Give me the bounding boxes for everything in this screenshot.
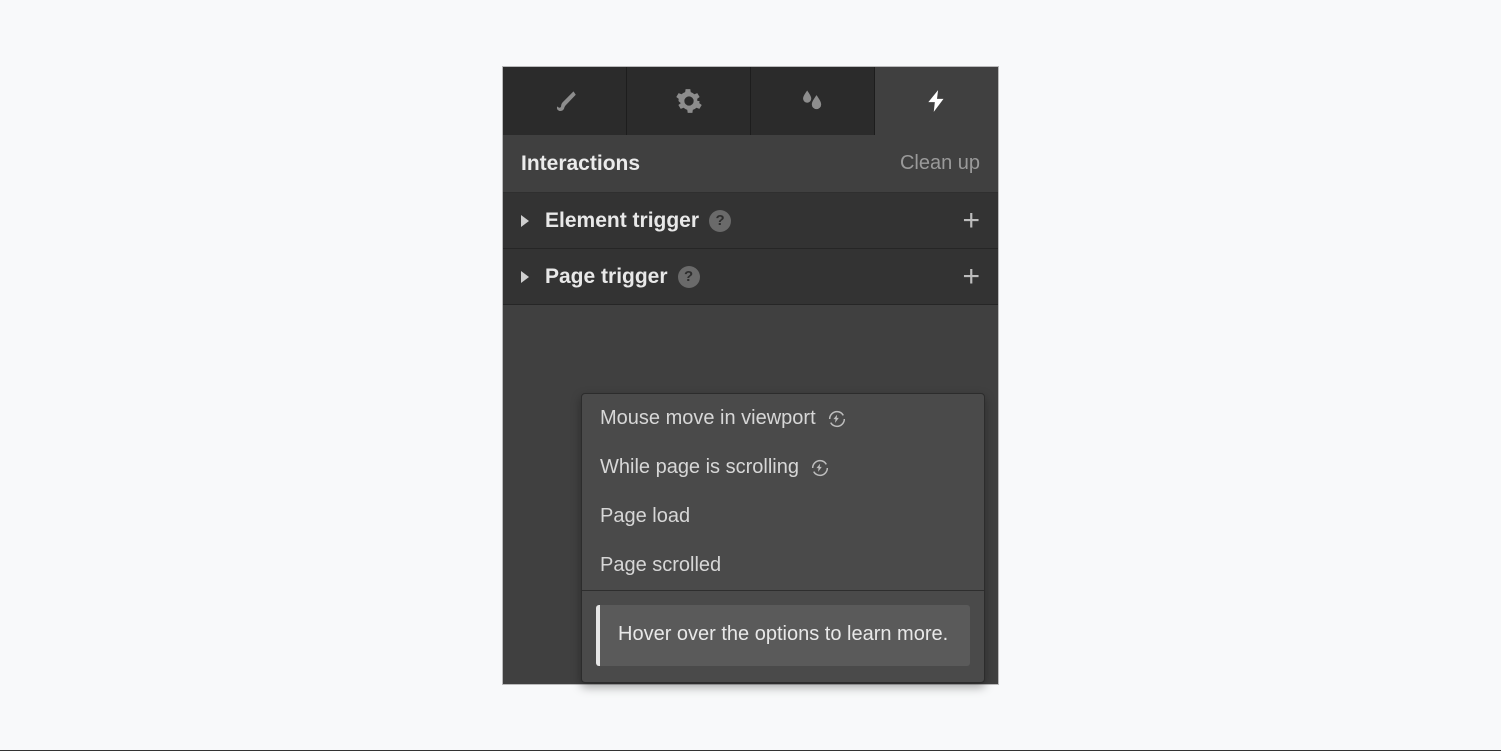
menu-item-label: While page is scrolling [600,456,799,479]
menu-item-label: Page load [600,505,690,528]
element-trigger-row[interactable]: Element trigger ? + [503,193,998,249]
menu-item-label: Mouse move in viewport [600,407,816,430]
menu-item-page-scrolled[interactable]: Page scrolled [582,541,984,590]
tab-style[interactable] [503,67,627,135]
help-icon[interactable]: ? [709,210,731,232]
panel-tab-row [503,67,998,135]
help-icon[interactable]: ? [678,266,700,288]
page-trigger-row[interactable]: Page trigger ? + [503,249,998,305]
menu-hint-wrap: Hover over the options to learn more. [582,591,984,682]
menu-hint: Hover over the options to learn more. [596,605,970,666]
caret-right-icon [521,271,529,283]
menu-item-label: Page scrolled [600,554,721,577]
brush-icon [551,87,579,115]
add-page-trigger-button[interactable]: + [962,262,980,292]
panel-title: Interactions [521,152,640,176]
cleanup-button[interactable]: Clean up [900,152,980,175]
element-trigger-label: Element trigger [545,209,699,233]
bolt-icon [923,87,951,115]
continuous-icon [826,408,848,430]
droplets-icon [799,87,827,115]
continuous-icon [809,457,831,479]
interactions-panel: Interactions Clean up Element trigger ? … [503,67,998,684]
tab-effects[interactable] [751,67,875,135]
gear-icon [675,87,703,115]
page-trigger-menu: Mouse move in viewport While page is scr… [581,393,985,683]
page-trigger-label: Page trigger [545,265,668,289]
tab-interactions[interactable] [875,67,998,135]
menu-item-while-scrolling[interactable]: While page is scrolling [582,443,984,492]
menu-item-page-load[interactable]: Page load [582,492,984,541]
add-element-trigger-button[interactable]: + [962,206,980,236]
panel-header: Interactions Clean up [503,135,998,193]
tab-settings[interactable] [627,67,751,135]
caret-right-icon [521,215,529,227]
menu-item-mouse-move[interactable]: Mouse move in viewport [582,394,984,443]
